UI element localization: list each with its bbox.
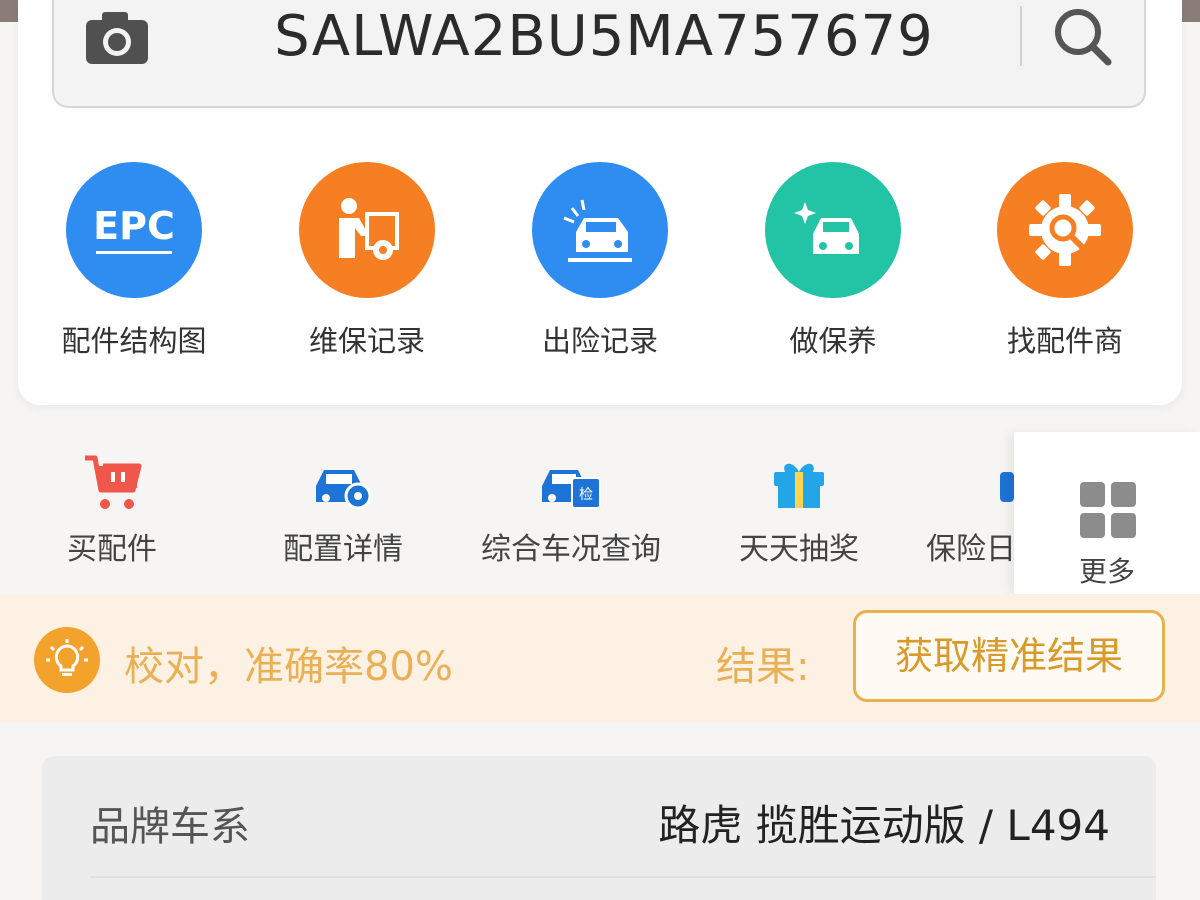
tool-label: 天天抽奖 [739, 532, 859, 567]
tool-insurance[interactable]: 保险日 [926, 452, 1014, 568]
get-precise-result-button[interactable]: 获取精准结果 [853, 610, 1165, 702]
feature-label: 找配件商 [1006, 324, 1123, 358]
info-divider [90, 876, 1156, 878]
more-button[interactable]: 更多 [1014, 432, 1200, 594]
tool-daily-lottery[interactable]: 天天抽奖 [732, 452, 866, 568]
accuracy-text: 校对，准确率80% [124, 644, 453, 690]
gift-icon [732, 452, 866, 514]
feature-find-supplier[interactable]: 找配件商 [965, 162, 1165, 360]
accuracy-notice-bar: 校对，准确率80% 结果: 获取精准结果 [0, 594, 1200, 722]
gear-search-icon [997, 162, 1133, 298]
brand-series-label: 品牌车系 [90, 804, 250, 850]
brand-series-value: 路虎 揽胜运动版 / L494 [658, 801, 1110, 850]
vin-input[interactable]: SALWA2BU5MA757679 [204, 4, 1004, 69]
car-sparkle-icon [765, 162, 901, 298]
tool-vehicle-condition[interactable]: 检 综合车况查询 [470, 452, 672, 568]
vehicle-info-card: 品牌车系 路虎 揽胜运动版 / L494 [42, 756, 1156, 900]
vin-search-bar[interactable]: SALWA2BU5MA757679 [52, 0, 1146, 108]
tool-config-details[interactable]: 配置详情 [276, 452, 410, 568]
feature-do-maintenance[interactable]: 做保养 [733, 162, 933, 360]
grid-icon [1080, 482, 1136, 538]
camera-icon[interactable] [82, 8, 152, 68]
tool-label: 保险日 [926, 532, 1014, 567]
insurance-icon [926, 452, 1014, 514]
shopping-cart-icon [60, 452, 164, 514]
mechanic-icon [299, 162, 435, 298]
feature-maintenance-record[interactable]: 维保记录 [267, 162, 467, 360]
car-accident-icon [532, 162, 668, 298]
feature-label: 出险记录 [541, 324, 658, 358]
feature-epc[interactable]: EPC 配件结构图 [34, 162, 234, 360]
feature-accident-record[interactable]: 出险记录 [500, 162, 700, 360]
inspect-badge: 检 [579, 487, 593, 503]
epc-icon: EPC [66, 162, 202, 298]
tool-label: 配置详情 [283, 532, 403, 567]
search-divider [1020, 6, 1022, 66]
epc-icon-text: EPC [93, 204, 175, 248]
tool-label: 买配件 [67, 532, 157, 567]
car-config-icon [276, 452, 410, 514]
lightbulb-icon [34, 627, 100, 693]
tool-label: 综合车况查询 [481, 532, 661, 567]
car-inspect-icon: 检 [470, 452, 672, 514]
feature-label: 维保记录 [308, 324, 425, 358]
result-label: 结果: [716, 644, 810, 690]
more-label: 更多 [1078, 555, 1135, 588]
feature-label: 配件结构图 [61, 324, 207, 358]
feature-label: 做保养 [789, 324, 877, 358]
tool-buy-parts[interactable]: 买配件 [60, 452, 164, 568]
search-icon[interactable] [1050, 4, 1116, 70]
